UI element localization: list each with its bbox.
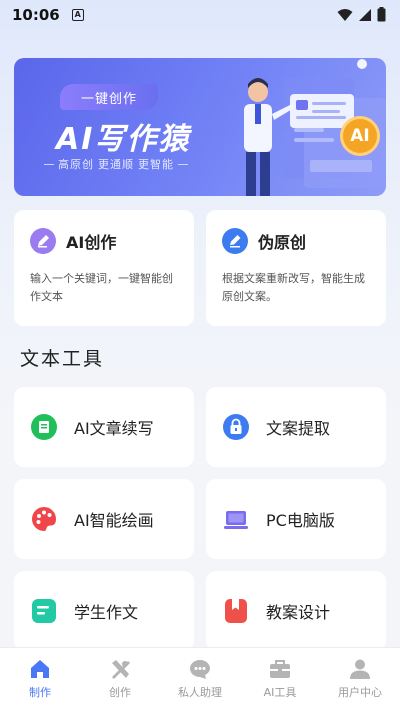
- banner-tag: 一键创作: [60, 84, 158, 110]
- palette-icon: [30, 505, 58, 533]
- ai-create-title: AI创作: [66, 233, 117, 252]
- rewrite-title: 伪原创: [258, 233, 307, 252]
- tab-create[interactable]: 创作: [80, 648, 160, 710]
- battery-icon: [377, 7, 386, 22]
- status-time: 10:06: [12, 6, 60, 24]
- toolbox-icon: [270, 660, 290, 678]
- bookmark-icon: [222, 597, 250, 625]
- banner-subtitle-2: 更通顺: [98, 158, 134, 171]
- ai-create-card[interactable]: AI创作 输入一个关键词，一键智能创作文本: [14, 210, 194, 326]
- tool-text-extract[interactable]: 文案提取: [206, 387, 386, 467]
- signal-icon: [359, 8, 371, 21]
- tool-ai-painting[interactable]: AI智能绘画: [14, 479, 194, 559]
- tab-user-center[interactable]: 用户中心: [320, 648, 400, 710]
- tab-label: 用户中心: [338, 686, 382, 699]
- tab-label: AI工具: [263, 686, 297, 699]
- tab-ai-tools[interactable]: AI工具: [240, 648, 320, 710]
- chat-icon: [190, 660, 210, 679]
- banner-subtitle-1: 高原创: [58, 158, 94, 171]
- tool-article-continue[interactable]: AI文章续写: [14, 387, 194, 467]
- tab-make[interactable]: 制作: [0, 648, 80, 710]
- tool-lesson-plan[interactable]: 教案设计: [206, 571, 386, 651]
- banner-title: AI写作猿: [56, 122, 191, 157]
- tool-label: AI智能绘画: [74, 511, 154, 530]
- tools-icon: [112, 660, 130, 679]
- tool-student-essay[interactable]: 学生作文: [14, 571, 194, 651]
- lock-icon: [222, 413, 250, 441]
- document-icon: [30, 413, 58, 441]
- tab-label: 私人助理: [178, 686, 222, 699]
- tab-assistant[interactable]: 私人助理: [160, 648, 240, 710]
- pen-icon: [30, 228, 56, 254]
- tool-label: PC电脑版: [266, 511, 335, 530]
- ai-create-description: 输入一个关键词，一键智能创作文本: [30, 272, 173, 303]
- section-title: 文本工具: [20, 348, 105, 370]
- tool-label: AI文章续写: [74, 419, 154, 438]
- rewrite-card[interactable]: 伪原创 根据文案重新改写，智能生成原创文案。: [206, 210, 386, 326]
- tab-label: 制作: [29, 686, 51, 699]
- laptop-icon: [222, 505, 250, 533]
- promo-banner[interactable]: 一键创作 AI写作猿 高原创 更通顺 更智能 AI: [14, 58, 386, 196]
- tool-label: 文案提取: [266, 419, 331, 438]
- banner-subtitle-3: 更智能: [138, 158, 174, 171]
- tool-label: 教案设计: [266, 603, 331, 622]
- user-icon: [350, 659, 370, 679]
- tab-label: 创作: [109, 686, 131, 699]
- ai-badge: AI: [340, 116, 380, 156]
- status-bar: 10:06 A: [0, 0, 400, 30]
- banner-subtitle: 高原创 更通顺 更智能: [44, 156, 188, 172]
- tool-label: 学生作文: [74, 603, 139, 622]
- home-icon: [31, 660, 49, 678]
- status-indicators: [337, 7, 386, 22]
- notepad-icon: [30, 597, 58, 625]
- rewrite-description: 根据文案重新改写，智能生成原创文案。: [222, 272, 365, 303]
- wifi-icon: [337, 8, 353, 21]
- bottom-tab-bar: 制作 创作 私人助理 AI工具 用户中心: [0, 647, 400, 710]
- edit-icon: [222, 228, 248, 254]
- notification-icon: A: [71, 9, 84, 21]
- tool-pc-version[interactable]: PC电脑版: [206, 479, 386, 559]
